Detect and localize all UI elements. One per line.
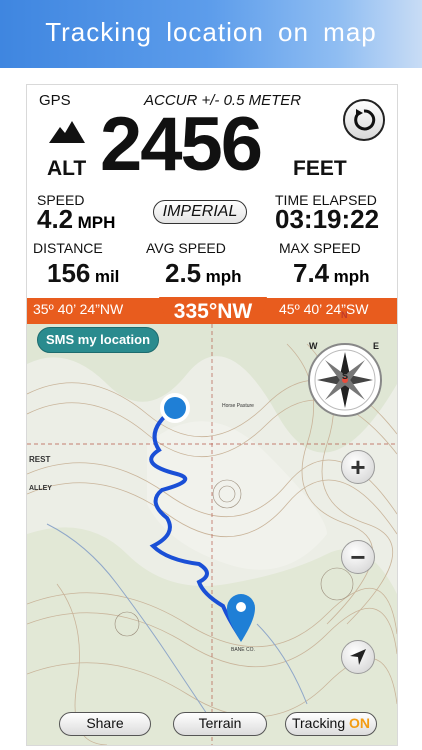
heading-center-bearing: 335°NW: [173, 300, 253, 323]
avg-speed-value: 2.5: [165, 258, 202, 288]
topo-map[interactable]: [27, 324, 397, 745]
tracking-toggle-button[interactable]: Tracking ON: [285, 712, 377, 736]
map-label-bane-co: BANE CO.: [231, 647, 255, 653]
locate-me-button[interactable]: [341, 640, 375, 674]
altitude-value: 2456: [100, 102, 263, 187]
speed-value: 4.2: [37, 204, 74, 234]
compass-s: S: [342, 371, 349, 381]
map-label-rest: REST: [29, 455, 51, 464]
avg-speed-unit: mph: [205, 267, 242, 286]
speed-readout: 4.2 MPH: [37, 204, 115, 235]
terrain-button[interactable]: Terrain: [173, 712, 267, 736]
zoom-in-button[interactable]: +: [341, 450, 375, 484]
promo-banner: Tracking location on map: [0, 0, 422, 68]
compass-n: N: [341, 310, 348, 320]
map-label-horse-pasture: Horse Pasture: [222, 403, 254, 409]
zoom-out-button[interactable]: −: [341, 540, 375, 574]
max-speed-label: MAX SPEED: [279, 240, 361, 256]
avg-speed-label: AVG SPEED: [146, 240, 226, 256]
altitude-label: ALT: [47, 157, 87, 180]
speed-unit: MPH: [77, 213, 116, 232]
navigation-arrow-icon: [350, 649, 366, 665]
heading-right-bearing: 45º 40’ 24”SW: [279, 301, 369, 317]
distance-label: DISTANCE: [33, 240, 103, 256]
distance-readout: 156 mil: [47, 258, 119, 289]
map-canvas: [27, 324, 397, 745]
distance-value: 156: [47, 258, 91, 288]
max-speed-unit: mph: [333, 267, 370, 286]
refresh-icon: [354, 109, 376, 131]
sms-location-button[interactable]: SMS my location: [37, 327, 159, 353]
units-toggle-button[interactable]: IMPERIAL: [153, 200, 247, 224]
gps-label: GPS: [39, 92, 71, 109]
tracking-label: Tracking: [291, 715, 346, 731]
banner-title: Tracking location on map: [45, 17, 377, 47]
reset-button[interactable]: [343, 99, 385, 141]
minus-icon: −: [350, 541, 366, 572]
share-button[interactable]: Share: [59, 712, 151, 736]
tracking-state: ON: [349, 715, 371, 731]
compass-w: W: [309, 341, 318, 351]
avg-speed-readout: 2.5 mph: [165, 258, 242, 289]
map-label-alley: ALLEY: [29, 485, 52, 492]
altitude-unit: FEET: [293, 157, 347, 180]
plus-icon: +: [350, 451, 366, 482]
time-elapsed-value: 03:19:22: [275, 204, 380, 234]
app-screen: GPS ACCUR +/- 0.5 METER ALT 2456 FEET SP…: [26, 84, 398, 746]
max-speed-value: 7.4: [293, 258, 330, 288]
mountain-icon: [49, 121, 85, 143]
max-speed-readout: 7.4 mph: [293, 258, 370, 289]
compass-e: E: [373, 341, 380, 351]
heading-left-bearing: 35º 40’ 24”NW: [33, 301, 124, 317]
distance-unit: mil: [94, 267, 120, 286]
